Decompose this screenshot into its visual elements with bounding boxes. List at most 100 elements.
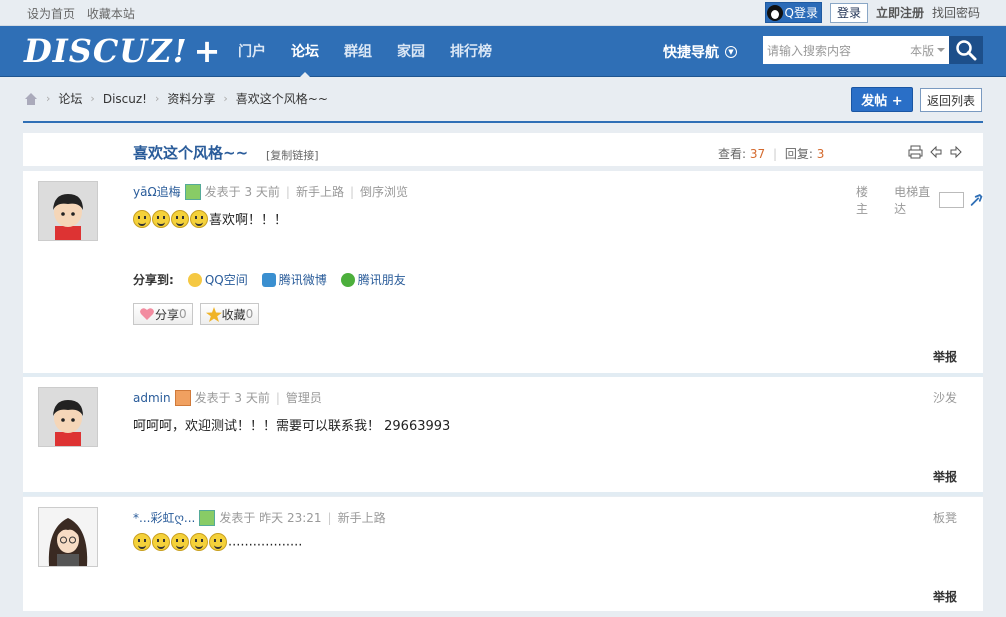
back-to-list-button[interactable]: 返回列表	[920, 88, 982, 112]
share-label: 分享到:	[133, 273, 174, 287]
post-actions: 分享 0 收藏 0	[133, 303, 260, 325]
logo-plus: +	[193, 32, 222, 70]
admin-group-icon	[174, 389, 191, 406]
jump-floor-input[interactable]	[939, 192, 964, 208]
top-bar: 设为首页 收藏本站 Q登录 登录 立即注册 找回密码	[0, 0, 1006, 26]
replies-count: 3	[816, 147, 825, 161]
avatar[interactable]	[38, 507, 98, 567]
search-box: 请输入搜索内容 本版	[763, 36, 983, 64]
meta-separator: |	[327, 510, 332, 525]
user-group-link[interactable]: 管理员	[286, 389, 322, 406]
nav-item-forum[interactable]: 论坛	[291, 41, 319, 78]
boy-avatar-icon	[39, 388, 97, 446]
post-meta: admin 发表于 3 天前 | 管理员	[133, 389, 322, 406]
divider	[23, 121, 983, 123]
quick-nav-menu[interactable]: 快捷导航 ▼	[663, 42, 737, 62]
girl-avatar-icon	[39, 508, 97, 566]
share-tencent-friends[interactable]: 腾讯朋友	[340, 271, 406, 288]
favorite-button[interactable]: 收藏 0	[199, 303, 260, 325]
search-scope-select[interactable]: 本版	[910, 42, 946, 59]
post-time: 发表于 3 天前	[204, 185, 280, 199]
post-author[interactable]: yāΩ追梅	[133, 183, 181, 200]
views-label: 查看:	[718, 147, 747, 161]
nav-item-ranking[interactable]: 排行榜	[450, 41, 492, 61]
user-group-link[interactable]: 新手上路	[338, 509, 386, 526]
discuz-logo[interactable]: DISCUZ! +	[24, 32, 221, 70]
report-link[interactable]: 举报	[933, 468, 957, 485]
reverse-order-link[interactable]: 倒序浏览	[360, 183, 408, 200]
jump-label: 电梯直达	[894, 185, 931, 216]
search-input[interactable]: 请输入搜索内容 本版	[763, 36, 950, 64]
post-item: admin 发表于 3 天前 | 管理员 沙发 呵呵呵，欢迎测试！！！需要可以联…	[23, 377, 983, 492]
qq-login-button[interactable]: Q登录	[764, 2, 822, 23]
breadcrumb-thread[interactable]: 喜欢这个风格~~	[236, 90, 328, 107]
go-arrow-icon[interactable]	[970, 192, 983, 208]
post-meta: *...彩虹ღ... 发表于 昨天 23:21 | 新手上路	[133, 509, 386, 526]
grin-smiley-icon	[133, 209, 151, 228]
smiley-icon	[152, 533, 170, 551]
recover-password-link[interactable]: 找回密码	[932, 4, 980, 21]
breadcrumb-discuz[interactable]: Discuz!	[103, 92, 147, 106]
post-time: 发表于 昨天 23:21	[219, 511, 322, 525]
meta-separator: |	[275, 390, 280, 405]
qq-login-label: Q登录	[784, 6, 818, 20]
floor-label: 沙发	[932, 391, 957, 405]
copy-link-button[interactable]: [复制链接]	[266, 147, 319, 163]
search-scope-label: 本版	[910, 43, 935, 58]
thread-tools	[908, 145, 963, 159]
register-link[interactable]: 立即注册	[876, 4, 924, 21]
breadcrumb-separator: ›	[90, 92, 95, 105]
post-author[interactable]: *...彩虹ღ...	[133, 509, 195, 526]
weibo-icon	[261, 272, 276, 287]
nav-item-groups[interactable]: 群组	[344, 41, 372, 61]
report-link[interactable]: 举报	[933, 588, 957, 605]
share-qzone[interactable]: QQ空间	[187, 271, 248, 288]
smiley-icon	[209, 533, 227, 551]
post-text: 喜欢啊！！！	[209, 213, 288, 228]
search-placeholder: 请输入搜索内容	[767, 43, 852, 58]
prev-thread-icon[interactable]	[929, 145, 943, 159]
nav-item-portal[interactable]: 门户	[238, 41, 266, 61]
nav-item-home[interactable]: 家园	[397, 41, 425, 61]
new-post-button[interactable]: 发帖 +	[851, 87, 913, 112]
thread-header: 喜欢这个风格~~ [复制链接] 查看: 37 | 回复: 3	[23, 133, 983, 166]
smiley-icon	[133, 533, 151, 551]
meta-separator: |	[285, 184, 290, 199]
share-tencent-weibo[interactable]: 腾讯微博	[261, 271, 327, 288]
login-button[interactable]: 登录	[829, 2, 868, 23]
breadcrumb: › 论坛 › Discuz! › 资料分享 › 喜欢这个风格~~	[24, 90, 328, 107]
share-button[interactable]: 分享 0	[133, 303, 193, 325]
qq-penguin-icon	[766, 4, 783, 21]
clover-icon	[340, 272, 355, 287]
post-divider	[23, 492, 983, 496]
grin-smiley-icon	[190, 209, 208, 228]
avatar[interactable]	[38, 181, 98, 241]
bookmark-site-link[interactable]: 收藏本站	[87, 7, 135, 21]
post-meta: yāΩ追梅 发表于 3 天前 | 新手上路 | 倒序浏览	[133, 183, 408, 200]
report-link[interactable]: 举报	[933, 348, 957, 365]
quick-nav-label: 快捷导航	[663, 45, 719, 61]
post-content: ..................	[133, 533, 302, 551]
set-homepage-link[interactable]: 设为首页	[27, 7, 75, 21]
search-button[interactable]	[949, 36, 983, 64]
nav-menu: 门户 论坛 群组 家园 排行榜	[238, 26, 517, 78]
floor-label: 板凳	[932, 511, 957, 525]
breadcrumb-board[interactable]: 资料分享	[167, 90, 215, 107]
home-icon[interactable]	[24, 92, 38, 105]
scope-dropdown-icon	[937, 48, 946, 52]
thread-title[interactable]: 喜欢这个风格~~	[133, 142, 248, 163]
post-author[interactable]: admin	[133, 391, 171, 405]
user-group-link[interactable]: 新手上路	[296, 183, 344, 200]
next-thread-icon[interactable]	[949, 145, 963, 159]
avatar[interactable]	[38, 387, 98, 447]
breadcrumb-forum[interactable]: 论坛	[58, 90, 82, 107]
heart-icon	[140, 308, 154, 320]
views-count: 37	[749, 147, 766, 161]
star-icon	[205, 306, 222, 322]
post-item: *...彩虹ღ... 发表于 昨天 23:21 | 新手上路 板凳 ......…	[23, 497, 983, 611]
print-icon[interactable]	[908, 145, 923, 159]
favorite-button-label: 收藏	[221, 307, 246, 322]
search-icon	[956, 40, 977, 61]
share-friends-label: 腾讯朋友	[357, 273, 406, 287]
share-bar: 分享到: QQ空间 腾讯微博 腾讯朋友	[133, 271, 406, 288]
